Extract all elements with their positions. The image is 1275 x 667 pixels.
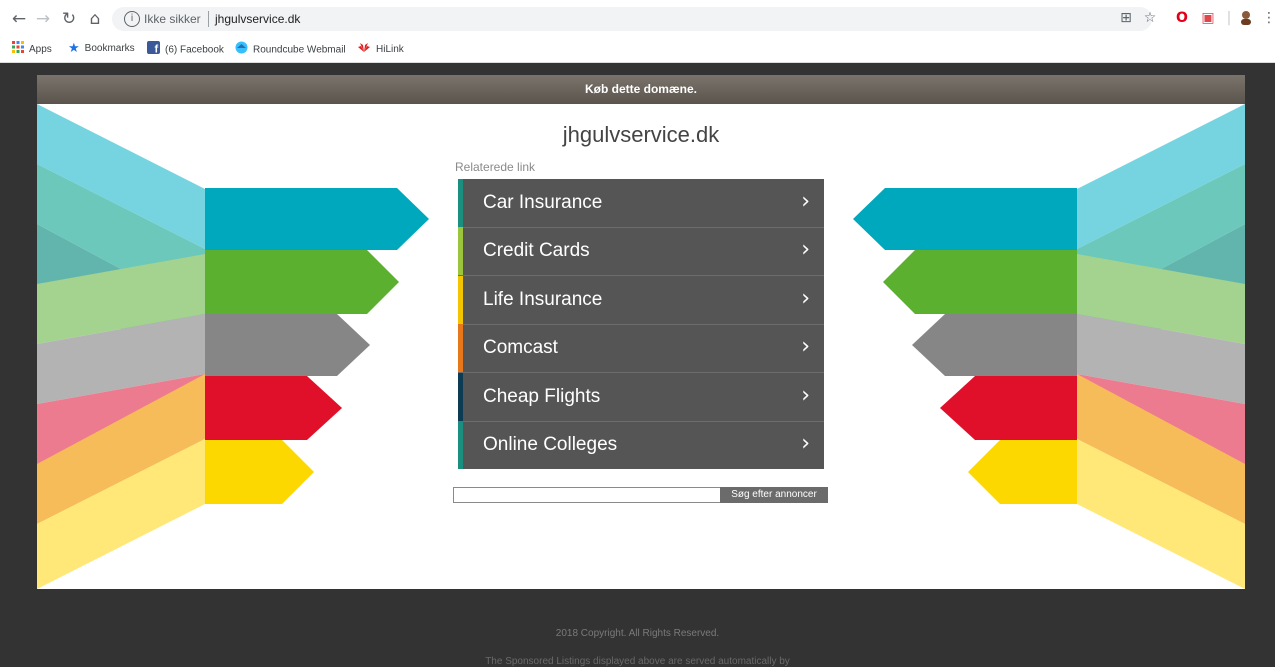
bookmark-facebook[interactable]: f (6) Facebook (147, 41, 224, 57)
link-label: Comcast (483, 337, 558, 358)
bookmarks-bar: Apps ★ Bookmarks f (6) Facebook Roundcube… (0, 38, 1275, 60)
translate-icon[interactable]: ⊞ (1117, 9, 1135, 27)
site-title: jhgulvservice.dk (562, 122, 720, 147)
parking-page-panel: jhgulvservice.dk Relaterede link Car Ins… (37, 104, 1245, 589)
link-color-stripe (458, 373, 463, 421)
bookmark-label: Apps (29, 44, 52, 55)
link-cheap-flights[interactable]: Cheap Flights › (458, 373, 824, 422)
link-label: Online Colleges (483, 434, 618, 455)
forward-arrow-icon[interactable]: → (32, 8, 54, 30)
bookmark-hilink[interactable]: HiLink (357, 41, 404, 57)
huawei-icon (357, 41, 371, 59)
link-color-stripe (458, 227, 463, 275)
bookmark-label: HiLink (376, 44, 404, 55)
pocket-icon[interactable]: ▣ (1199, 9, 1217, 27)
bookmark-bookmarks[interactable]: ★ Bookmarks (68, 41, 135, 57)
ad-search-button[interactable]: Søg efter annoncer (720, 487, 828, 503)
link-label: Cheap Flights (483, 386, 601, 407)
menu-kebab-icon[interactable]: ⋮ (1262, 9, 1275, 27)
reload-icon[interactable]: ↻ (58, 8, 80, 30)
link-label: Credit Cards (483, 240, 590, 261)
browser-toolbar: ← → ↻ ⌂ i Ikke sikker jhgulvservice.dk ⊞… (0, 0, 1275, 38)
link-color-stripe (458, 421, 463, 469)
link-color-stripe (458, 276, 463, 324)
bookmark-roundcube[interactable]: Roundcube Webmail (235, 41, 346, 57)
star-icon: ★ (68, 41, 80, 56)
ad-search-input[interactable] (453, 487, 721, 503)
link-credit-cards[interactable]: Credit Cards › (458, 227, 824, 276)
buy-domain-banner[interactable]: Køb dette domæne. (37, 75, 1245, 104)
footer-copyright: 2018 Copyright. All Rights Reserved. (555, 628, 720, 639)
bookmark-apps[interactable]: Apps (12, 41, 52, 57)
link-life-insurance[interactable]: Life Insurance › (458, 276, 824, 325)
security-label: Ikke sikker (144, 12, 201, 26)
related-links-list: Car Insurance › Credit Cards › Life Insu… (458, 179, 824, 469)
chevron-right-icon: › (801, 334, 810, 359)
chevron-right-icon: › (801, 189, 810, 214)
facebook-icon: f (147, 41, 160, 60)
link-color-stripe (458, 179, 463, 227)
bookmark-label: Bookmarks (84, 43, 135, 54)
link-color-stripe (458, 324, 463, 372)
link-label: Car Insurance (483, 192, 603, 213)
opera-icon[interactable]: O (1173, 9, 1191, 27)
link-label: Life Insurance (483, 289, 603, 310)
address-bar[interactable]: i Ikke sikker jhgulvservice.dk (112, 7, 1152, 31)
link-car-insurance[interactable]: Car Insurance › (458, 179, 824, 228)
url-text[interactable]: jhgulvservice.dk (215, 12, 300, 26)
chevron-right-icon: › (801, 286, 810, 311)
bookmark-star-icon[interactable]: ☆ (1141, 9, 1159, 27)
info-icon[interactable]: i (124, 11, 140, 27)
bookmark-label: Roundcube Webmail (253, 44, 346, 56)
toolbar-divider: | (1226, 10, 1232, 26)
roundcube-icon (235, 41, 248, 60)
home-icon[interactable]: ⌂ (84, 8, 106, 30)
bookmark-label: (6) Facebook (165, 44, 224, 56)
back-arrow-icon[interactable]: ← (8, 8, 30, 30)
link-online-colleges[interactable]: Online Colleges › (458, 421, 824, 469)
related-links-label: Relaterede link (455, 160, 536, 174)
apps-grid-icon (12, 41, 24, 59)
profile-avatar[interactable] (1237, 9, 1255, 27)
chevron-right-icon: › (801, 431, 810, 456)
omnibox-divider (208, 11, 209, 27)
footer-disclaimer: The Sponsored Listings displayed above a… (485, 656, 790, 667)
chevron-right-icon: › (801, 237, 810, 262)
svg-text:f: f (155, 44, 159, 55)
link-comcast[interactable]: Comcast › (458, 324, 824, 373)
chevron-right-icon: › (801, 383, 810, 408)
browser-chrome: ← → ↻ ⌂ i Ikke sikker jhgulvservice.dk ⊞… (0, 0, 1275, 63)
